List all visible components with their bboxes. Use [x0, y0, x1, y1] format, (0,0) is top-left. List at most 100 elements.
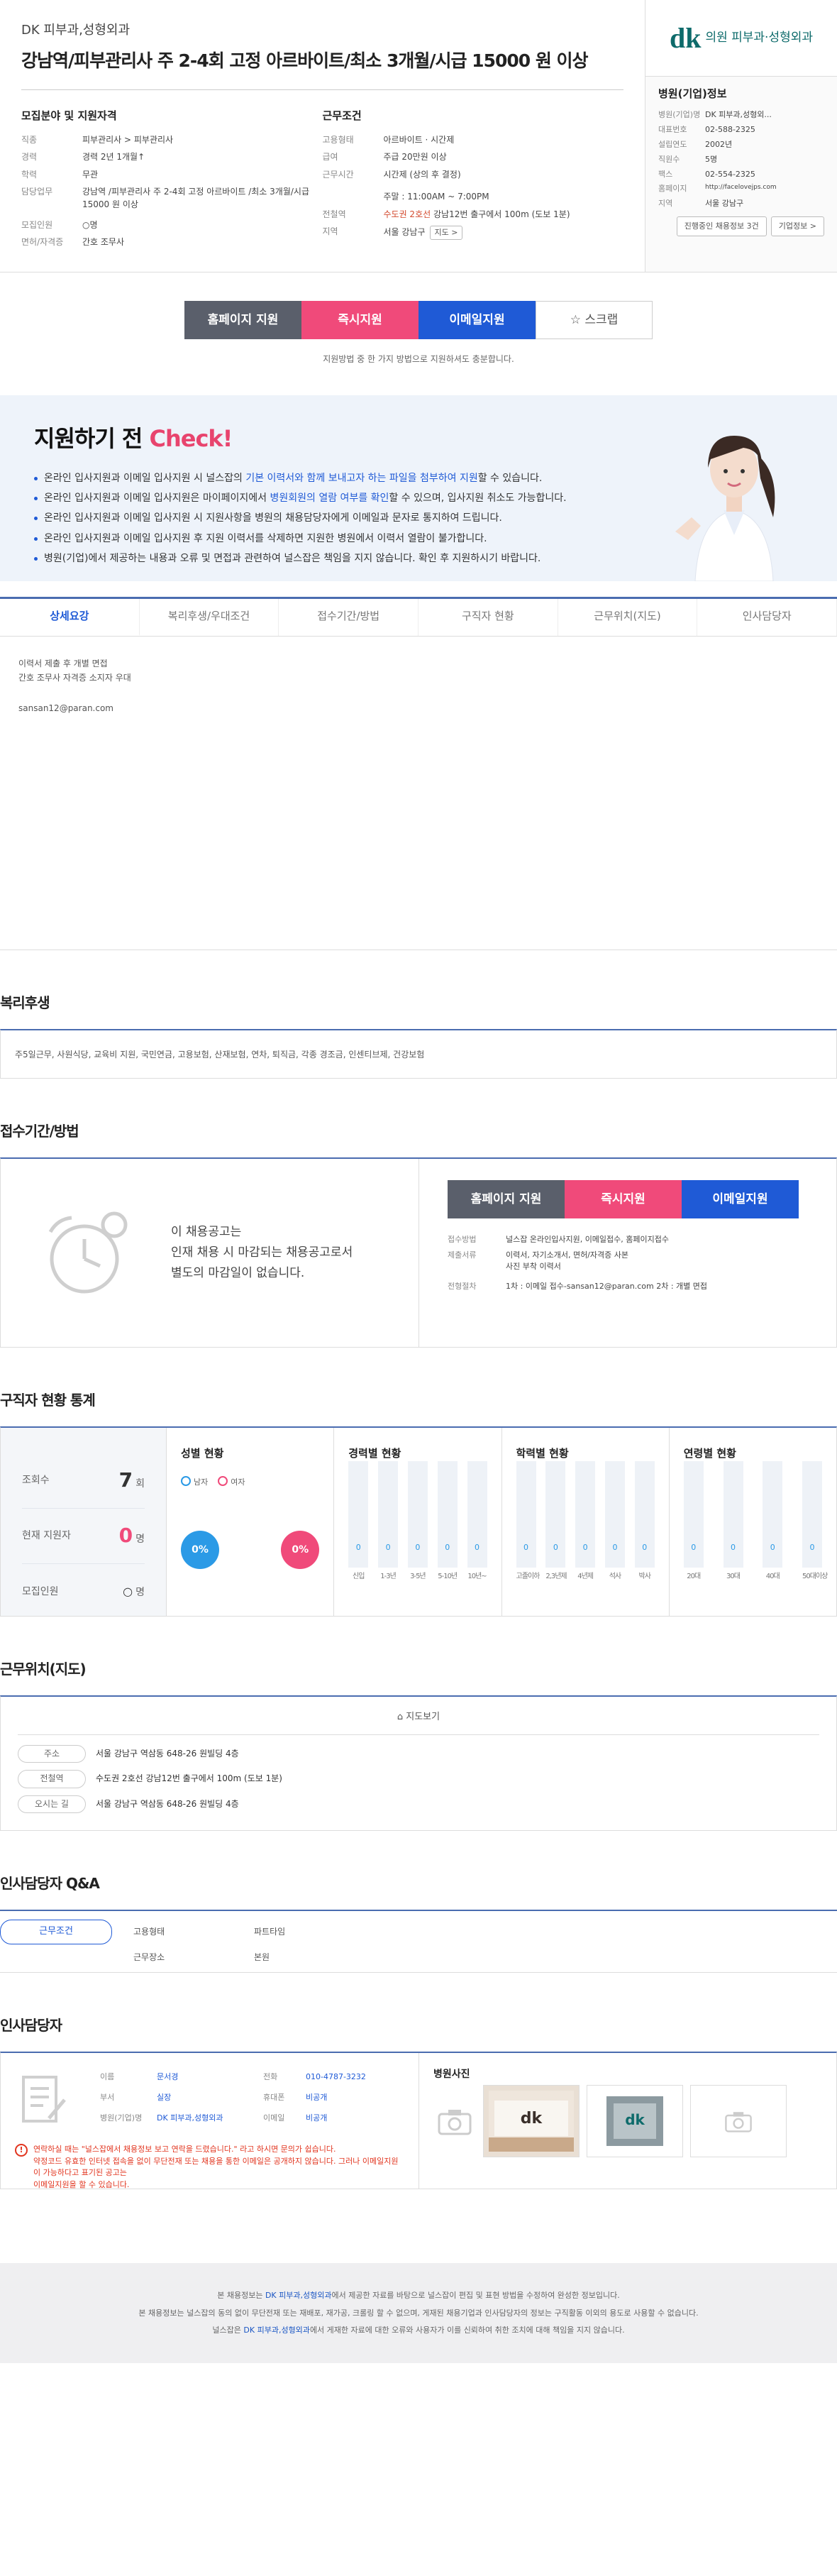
- map-view-link[interactable]: ⌂ 지도보기: [18, 1711, 819, 1735]
- company-link[interactable]: DK 피부과,성형외과: [265, 2291, 332, 2300]
- svg-text:dk: dk: [521, 2110, 543, 2128]
- value: 무관: [82, 169, 99, 180]
- tab-detail[interactable]: 상세요강: [0, 599, 140, 637]
- hospital-row: 대표번호 02-588-2325: [658, 124, 824, 136]
- gender-legend: 남자 여자: [181, 1476, 319, 1488]
- receipt-row: 사진 부착 이력서: [448, 1261, 808, 1272]
- bar-label: 10년~: [467, 1573, 487, 1581]
- company-link[interactable]: DK 피부과,성형외과: [243, 2325, 310, 2335]
- bar-column: 0 4년제: [575, 1461, 596, 1583]
- job-header: DK 피부과,성형외과 강남역/피부관리사 주 2-4회 고정 아르바이트/최소…: [0, 0, 837, 273]
- location-title: 근무위치(지도): [0, 1661, 87, 1678]
- label: 현재 지원자: [22, 1530, 71, 1542]
- label: 급여: [322, 152, 338, 163]
- bar-value: 0: [731, 1543, 736, 1553]
- empty-photo-slot: [690, 2084, 787, 2157]
- tab-receipt[interactable]: 접수기간/방법: [279, 599, 419, 637]
- check-text: 온라인 입사지원과 이메일 입사지원 시 널스잡의: [44, 472, 246, 484]
- receipt-title: 접수기간/방법: [0, 1123, 79, 1140]
- work-row: 급여 주급 20만원 이상: [323, 151, 624, 163]
- tab-applicants[interactable]: 구직자 현황: [418, 599, 558, 637]
- label: 설립연도: [658, 139, 687, 149]
- label: 휴대폰: [263, 2093, 285, 2103]
- bar-label: 30대: [726, 1573, 741, 1581]
- bar-column: 0 40대: [763, 1461, 783, 1583]
- applicants-count: 0: [118, 1524, 133, 1548]
- bar-column: 0 3-5년: [407, 1461, 428, 1583]
- label: 모집인원: [21, 220, 53, 231]
- label: 이름: [100, 2072, 115, 2082]
- scrap-button[interactable]: ☆ 스크랩: [536, 301, 653, 339]
- homepage-link[interactable]: http://facelovejps.com: [705, 183, 824, 194]
- instant-apply-button[interactable]: 즉시지원: [301, 301, 418, 339]
- bar-track: 0: [575, 1461, 596, 1568]
- bar-value: 0: [642, 1543, 648, 1553]
- label: 전형절차: [448, 1281, 477, 1291]
- label: 전화: [263, 2072, 278, 2082]
- label: 조회수: [22, 1475, 50, 1487]
- instant-apply-button[interactable]: 즉시지원: [565, 1180, 682, 1219]
- email-apply-button[interactable]: 이메일지원: [682, 1180, 799, 1219]
- homepage-apply-button[interactable]: 홈페이지 지원: [184, 301, 301, 339]
- unit: 명: [135, 1534, 145, 1546]
- hospital-photo[interactable]: dk: [483, 2084, 580, 2157]
- bar-column: 0 10년~: [467, 1461, 487, 1583]
- bar-label: 석사: [609, 1573, 621, 1581]
- map-button[interactable]: 지도 >: [429, 226, 463, 240]
- tab-benefit[interactable]: 복리후생/우대조건: [140, 599, 279, 637]
- job-summary: DK 피부과,성형외과 강남역/피부관리사 주 2-4회 고정 아르바이트/최소…: [0, 0, 645, 272]
- bar-column: 0 1-3년: [378, 1461, 399, 1583]
- recruit-row: 담당업무 강남역 /피부관리사 주 2-4회 고정 아르바이트 /최소 3개월/시…: [21, 186, 323, 211]
- bar-track: 0: [802, 1461, 822, 1568]
- gender-panel: 성별 현황 남자 여자 0% 0%: [167, 1428, 335, 1617]
- value: 문서경: [157, 2072, 179, 2082]
- company-info-button[interactable]: 기업정보 >: [770, 216, 824, 237]
- edu-title: 학력별 현황: [516, 1447, 569, 1460]
- bar-column: 0 고졸이하: [516, 1461, 540, 1583]
- recruit-row: 학력 무관: [21, 169, 323, 181]
- apply-note: 지원방법 중 한 가지 방법으로 지원하셔도 충분합니다.: [323, 354, 514, 364]
- bar-track: 0: [407, 1461, 428, 1568]
- receipt-row: 전형절차 1차 : 이메일 접수-sansan12@paran.com 2차 : …: [448, 1281, 808, 1292]
- ongoing-jobs-button[interactable]: 진행중인 채용정보 3건: [676, 216, 767, 237]
- label: 지역: [322, 226, 338, 237]
- check-highlight: 기본 이력서와 함께 보내고자 하는 파일을 첨부하여 지원: [245, 472, 478, 484]
- qna-row: 근무장소 본원: [0, 1952, 837, 1964]
- qna-work-condition-button[interactable]: 근무조건: [0, 1920, 112, 1944]
- value: 사진 부착 이력서: [506, 1262, 561, 1272]
- label: 전철역: [322, 209, 346, 219]
- footer-line: 본 채용정보는 DK 피부과,성형외과에서 제공한 자료를 바탕으로 널스잡이 …: [0, 2287, 837, 2304]
- label: 제출서류: [448, 1250, 477, 1260]
- tab-manager[interactable]: 인사담당자: [697, 599, 837, 637]
- work-row: 주말 : 11:00AM ~ 7:00PM: [323, 191, 624, 203]
- bar-label: 3-5년: [410, 1573, 426, 1581]
- email-apply-button[interactable]: 이메일지원: [418, 301, 536, 339]
- check-text: 병원(기업)에서 제공하는 내용과 오류 및 면접과 관련하여 널스잡은 책임을…: [44, 552, 541, 564]
- edu-bars: 0 고졸이하 0 2,3년제 0 4년제 0 석사 0 박사: [516, 1461, 655, 1583]
- check-title-a: 지원하기 전: [34, 425, 150, 453]
- bar-label: 20대: [687, 1573, 701, 1581]
- company-name[interactable]: DK 피부과,성형외과: [21, 21, 623, 40]
- recruit-row: 면허/자격증 간호 조무사: [21, 236, 323, 248]
- value: 간호 조무사: [82, 237, 125, 248]
- receipt-closed: 이 채용공고는 인재 채용 시 마감되는 채용공고로서 별도의 마감일이 없습니…: [1, 1159, 419, 1348]
- label: 팩스: [658, 169, 673, 179]
- bar-column: 0 30대: [723, 1461, 743, 1583]
- logo-text: 의원 피부과·성형외과: [705, 31, 814, 45]
- manager-box: 이름 문서경 전화 010-4787-3232 부서 실장 휴대폰 비공개 병원(기업)명 D…: [0, 2052, 837, 2190]
- hospital-heading: 병원(기업)정보: [658, 87, 727, 100]
- label: 대표번호: [658, 124, 687, 134]
- stat-recruit: 모집인원 ○ 명: [22, 1564, 145, 1619]
- stat-views: 조회수 7 회: [22, 1453, 145, 1509]
- warning-line: 이메일지원을 할 수 있습니다.: [33, 2179, 130, 2189]
- gender-title: 성별 현황: [181, 1447, 224, 1460]
- homepage-apply-button[interactable]: 홈페이지 지원: [448, 1180, 565, 1219]
- camera-icon: [433, 2089, 476, 2153]
- value: ○명: [82, 220, 98, 231]
- hospital-photo[interactable]: dk: [587, 2084, 683, 2157]
- tab-location[interactable]: 근무위치(지도): [558, 599, 698, 637]
- bar-label: 4년제: [577, 1573, 594, 1581]
- receipt-box: 이 채용공고는 인재 채용 시 마감되는 채용공고로서 별도의 마감일이 없습니…: [0, 1157, 837, 1348]
- bar-label: 5-10년: [438, 1573, 458, 1581]
- bar-label: 50대이상: [802, 1573, 828, 1581]
